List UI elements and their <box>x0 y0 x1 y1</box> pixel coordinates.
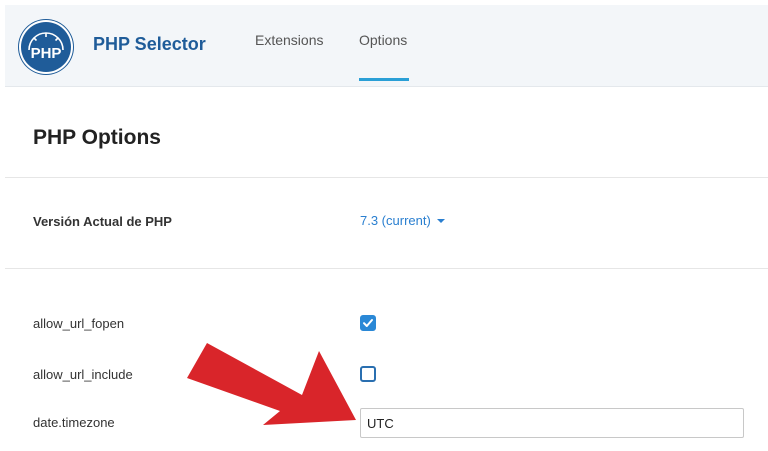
caret-down-icon <box>436 218 445 223</box>
allow-url-fopen-checkbox[interactable] <box>360 315 376 331</box>
php-version-value: 7.3 (current) <box>360 213 431 228</box>
app-title: PHP Selector <box>93 34 206 54</box>
option-label-date-timezone: date.timezone <box>33 415 115 430</box>
tab-options[interactable]: Options <box>359 32 407 48</box>
php-version-label: Versión Actual de PHP <box>33 214 172 229</box>
divider <box>5 268 768 269</box>
option-label-allow-url-fopen: allow_url_fopen <box>33 316 125 331</box>
php-version-dropdown[interactable]: 7.3 (current) <box>360 213 445 228</box>
divider <box>5 177 768 178</box>
logo-text: PHP <box>31 45 62 62</box>
option-label-allow-url-include: allow_url_include <box>33 367 133 382</box>
date-timezone-input[interactable] <box>360 408 744 438</box>
check-icon <box>363 319 373 327</box>
allow-url-include-checkbox[interactable] <box>360 366 376 382</box>
page-title: PHP Options <box>33 126 161 149</box>
php-logo-icon: PHP <box>19 20 73 74</box>
active-tab-indicator <box>359 78 409 81</box>
tab-extensions[interactable]: Extensions <box>255 32 323 48</box>
